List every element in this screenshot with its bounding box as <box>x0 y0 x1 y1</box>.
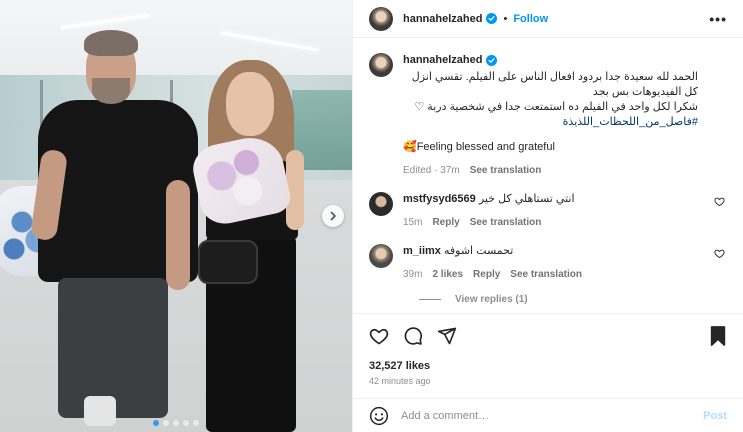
header-separator: • <box>503 12 508 25</box>
comment-text: تحمست اشوفه <box>443 245 514 257</box>
man-beard <box>92 78 130 104</box>
woman-face <box>226 72 274 136</box>
like-heart-icon[interactable] <box>369 326 389 346</box>
verified-badge-icon <box>486 13 498 24</box>
caption-hashtag[interactable]: #فاصل_من_اللحظات_اللذيذة <box>403 115 698 130</box>
caption-text-arabic: الحمد لله سعيدة جدا بردود افعال الناس عل… <box>403 70 698 130</box>
commenter-avatar[interactable] <box>369 244 393 268</box>
author-username[interactable]: hannahelzahed <box>403 13 482 25</box>
reply-button[interactable]: Reply <box>473 267 500 282</box>
post-header: hannahelzahed • Follow ••• <box>353 0 743 38</box>
comment-meta: 15m Reply See translation <box>403 215 723 230</box>
verified-badge-icon <box>486 55 498 66</box>
post-timestamp[interactable]: 42 minutes ago <box>369 376 727 386</box>
like-comment-heart-icon[interactable] <box>714 248 725 259</box>
post-actions: 32,527 likes 42 minutes ago <box>353 313 743 386</box>
post-caption: hannahelzahed الحمد لله سعيدة جدا بردود … <box>369 53 727 178</box>
comment-time: 39m <box>403 269 423 280</box>
more-options-button[interactable]: ••• <box>709 11 727 27</box>
comments-panel[interactable]: hannahelzahed الحمد لله سعيدة جدا بردود … <box>353 39 743 313</box>
comment-item: mstfysyd6569 انتي تستاهلي كل خير 15m Rep… <box>369 192 727 230</box>
post-sidebar: hannahelzahed • Follow ••• hannahelzahed <box>352 0 743 432</box>
man-arm <box>166 180 190 290</box>
caption-line: شكرا لكل واحد في الفيلم ده استمتعت جدا ف… <box>414 101 698 113</box>
view-replies-button[interactable]: View replies (1) <box>419 294 727 305</box>
carousel-next-button[interactable] <box>322 205 344 227</box>
comment-likes[interactable]: 2 likes <box>432 267 463 282</box>
see-translation-link[interactable]: See translation <box>470 215 542 230</box>
see-translation-link[interactable]: See translation <box>470 163 542 178</box>
commenter-avatar[interactable] <box>369 192 393 216</box>
share-paper-plane-icon[interactable] <box>437 326 457 346</box>
replies-line <box>419 299 441 300</box>
post-photo[interactable] <box>0 0 352 432</box>
comment-time: 15m <box>403 217 423 228</box>
carousel-dot <box>183 420 189 426</box>
carousel-dot <box>153 420 159 426</box>
man-hair <box>84 30 138 56</box>
carousel-dot <box>173 420 179 426</box>
see-translation-link[interactable]: See translation <box>510 267 582 282</box>
carousel-dot <box>193 420 199 426</box>
commenter-username[interactable]: m_iimx <box>403 245 441 257</box>
caption-edited-time: Edited · 37m <box>403 165 460 176</box>
caption-avatar[interactable] <box>369 53 393 77</box>
chevron-right-icon <box>330 211 336 221</box>
author-avatar[interactable] <box>369 6 393 31</box>
comment-input[interactable] <box>401 409 692 422</box>
comment-item: m_iimx تحمست اشوفه 39m 2 likes Reply See… <box>369 244 727 282</box>
commenter-username[interactable]: mstfysyd6569 <box>403 193 476 205</box>
instagram-post-modal: hannahelzahed • Follow ••• hannahelzahed <box>0 0 743 432</box>
view-replies-label: View replies (1) <box>455 294 528 305</box>
comment-bubble-icon[interactable] <box>403 326 423 346</box>
caption-line: الحمد لله سعيدة جدا بردود افعال الناس عل… <box>411 71 698 98</box>
carousel-dot <box>163 420 169 426</box>
caption-meta: Edited · 37m See translation <box>403 163 698 178</box>
comment-meta: 39m 2 likes Reply See translation <box>403 267 723 282</box>
bookmark-icon[interactable] <box>709 326 727 346</box>
like-comment-heart-icon[interactable] <box>714 196 725 207</box>
caption-feeling: 🥰Feeling blessed and grateful <box>403 141 555 153</box>
caption-username[interactable]: hannahelzahed <box>403 53 482 68</box>
handbag <box>198 240 258 284</box>
carousel-indicator <box>0 420 352 426</box>
reply-button[interactable]: Reply <box>432 215 459 230</box>
add-comment-bar: Post <box>353 398 743 432</box>
comment-text: انتي تستاهلي كل خير <box>478 193 575 205</box>
post-comment-button[interactable]: Post <box>703 410 727 422</box>
action-icons-row <box>369 324 727 348</box>
likes-count[interactable]: 32,527 likes <box>369 360 727 372</box>
follow-button[interactable]: Follow <box>513 13 548 25</box>
emoji-smiley-icon[interactable] <box>369 406 389 426</box>
